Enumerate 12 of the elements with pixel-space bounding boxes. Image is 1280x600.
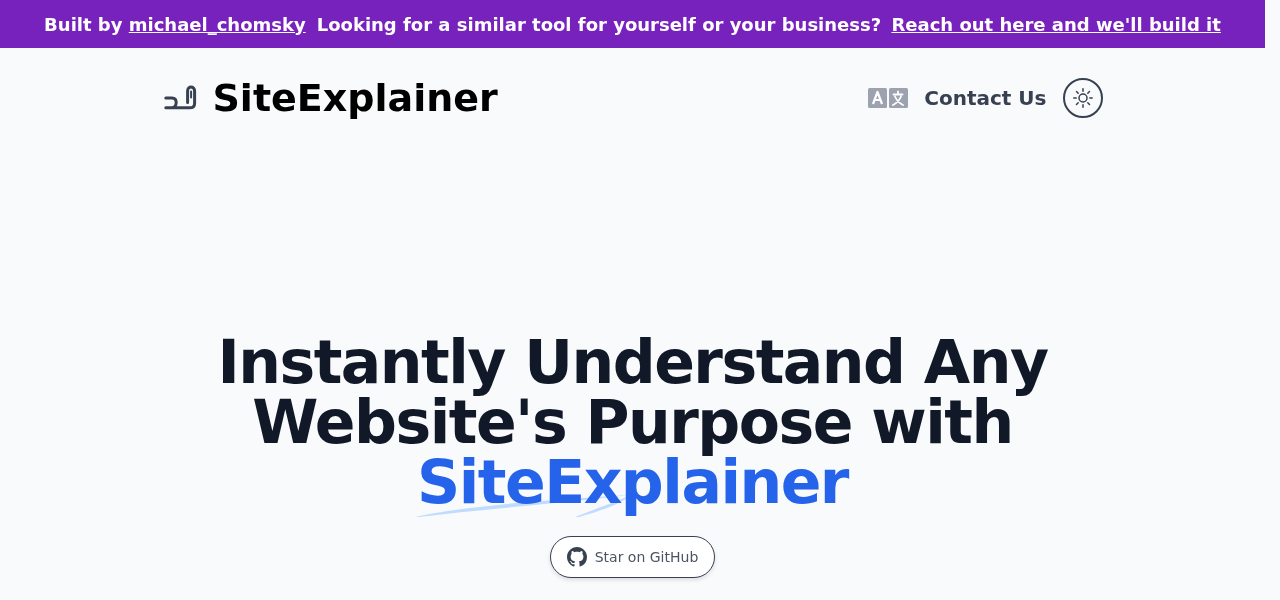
contact-us-link[interactable]: Contact Us: [924, 84, 1047, 112]
star-on-github-button[interactable]: Star on GitHub: [549, 536, 716, 578]
site-logo-text[interactable]: SiteExplainer: [212, 75, 498, 121]
reach-out-link[interactable]: Reach out here and we'll build it: [891, 13, 1221, 35]
banner-text: Looking for a similar tool for yourself or your business? Reach out here and we'll build it: [316, 13, 1221, 35]
pen-logo-icon: [163, 85, 197, 111]
author-link[interactable]: michael_chomsky: [128, 13, 306, 35]
theme-toggle-button[interactable]: [1062, 78, 1103, 118]
sun-icon: [1072, 88, 1093, 108]
hero-heading: Instantly Understand Any Website's Purpose with SiteExplainer: [216, 332, 1049, 519]
banner-text: Built by michael_chomsky: [44, 13, 306, 35]
github-icon: [566, 547, 587, 567]
